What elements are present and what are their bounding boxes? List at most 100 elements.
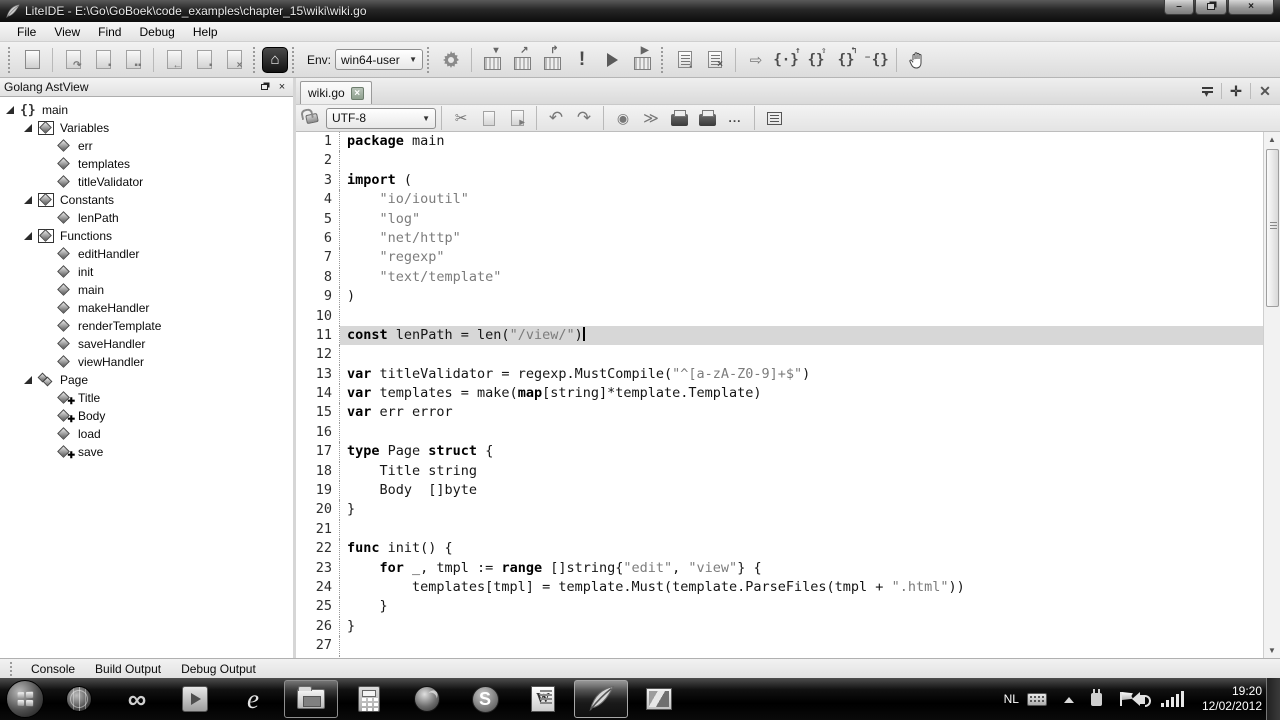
code-line-6[interactable]: 6 "net/http" <box>296 229 1263 248</box>
tree-item-page[interactable]: Page <box>0 371 293 389</box>
braces-up-button[interactable]: {}⇧ <box>804 48 828 72</box>
tree-item-makehandler[interactable]: makeHandler <box>0 299 293 317</box>
expander-icon[interactable] <box>6 106 14 114</box>
action-center-flag-icon[interactable] <box>1120 692 1122 706</box>
cut-button[interactable]: ✂ <box>450 107 472 129</box>
braces-clear-button[interactable]: ⁻{} <box>864 48 888 72</box>
tree-item-edithandler[interactable]: editHandler <box>0 245 293 263</box>
home-button[interactable]: ⌂ <box>262 47 288 73</box>
menu-find[interactable]: Find <box>89 23 130 41</box>
code-line-9[interactable]: 9) <box>296 287 1263 306</box>
code-line-1[interactable]: 1package main <box>296 132 1263 151</box>
code-line-26[interactable]: 26} <box>296 617 1263 636</box>
toolbar-drag-handle[interactable] <box>427 47 432 73</box>
tree-item-title[interactable]: ✚Title <box>0 389 293 407</box>
language-indicator[interactable]: NL <box>1004 692 1019 706</box>
scroll-down-icon[interactable]: ▼ <box>1265 643 1280 658</box>
toolbar-drag-handle[interactable] <box>661 47 666 73</box>
braces-out-button[interactable]: {}↰ <box>834 48 858 72</box>
taskbar-app-internet-explorer[interactable]: e <box>226 680 280 718</box>
new-file-button[interactable] <box>20 48 44 72</box>
scrollbar-thumb[interactable] <box>1266 149 1279 307</box>
code-line-8[interactable]: 8 "text/template" <box>296 268 1263 287</box>
install-button[interactable]: ↗ <box>510 48 534 72</box>
save-file-button[interactable]: ▪ <box>91 48 115 72</box>
save-as-button[interactable]: ▪ <box>192 48 216 72</box>
power-icon[interactable] <box>1091 693 1102 706</box>
open-file-button[interactable]: ↷ <box>61 48 85 72</box>
code-line-16[interactable]: 16 <box>296 423 1263 442</box>
code-line-4[interactable]: 4 "io/ioutil" <box>296 190 1263 209</box>
taskbar-app-skype[interactable]: S <box>458 680 512 718</box>
print-preview-button[interactable] <box>696 107 718 129</box>
restore-button[interactable] <box>1195 0 1227 15</box>
code-line-27[interactable]: 27 <box>296 636 1263 655</box>
sidebar-close-button[interactable]: × <box>275 80 289 94</box>
tree-item-functions[interactable]: Functions <box>0 227 293 245</box>
next-doc-button[interactable]: ↓ <box>673 48 697 72</box>
taskbar-app-firefox[interactable] <box>400 680 454 718</box>
minimize-button[interactable]: – <box>1164 0 1194 15</box>
tab-close-icon[interactable]: × <box>351 87 364 100</box>
code-editor[interactable]: 1package main23import (4 "io/ioutil"5 "l… <box>296 132 1280 658</box>
taskbar-app-media-player[interactable] <box>168 680 222 718</box>
expander-icon[interactable] <box>24 124 32 132</box>
taskbar-app-image-editor[interactable] <box>632 680 686 718</box>
titlebar[interactable]: LiteIDE - E:\Go\GoBoek\code_examples\cha… <box>0 0 1280 22</box>
tree-item-templates[interactable]: templates <box>0 155 293 173</box>
tree-item-err[interactable]: err <box>0 137 293 155</box>
tree-item-load[interactable]: load <box>0 425 293 443</box>
tree-item-body[interactable]: ✚Body <box>0 407 293 425</box>
toolbar-drag-handle[interactable] <box>8 47 13 73</box>
tree-item-save[interactable]: ✚save <box>0 443 293 461</box>
print-button[interactable] <box>668 107 690 129</box>
toolbar-drag-handle[interactable] <box>292 47 297 73</box>
close-file-button[interactable]: × <box>222 48 246 72</box>
hidden-icons-button[interactable] <box>1064 692 1074 703</box>
menu-debug[interactable]: Debug <box>130 23 183 41</box>
close-button[interactable]: × <box>1228 0 1274 15</box>
step-over-button[interactable]: ⇨ <box>744 48 768 72</box>
toolbar-drag-handle[interactable] <box>253 47 258 73</box>
tree-item-main[interactable]: {}main <box>0 101 293 119</box>
pause-hand-button[interactable] <box>905 48 929 72</box>
vertical-scrollbar[interactable]: ▲ ▼ <box>1263 132 1280 658</box>
env-select[interactable]: win64-user ▼ <box>335 49 423 70</box>
code-line-21[interactable]: 21 <box>296 520 1263 539</box>
undo-button[interactable]: ↶ <box>545 107 567 129</box>
expander-icon[interactable] <box>24 376 32 384</box>
encoding-select[interactable]: UTF-8 ▼ <box>326 108 436 129</box>
tree-item-init[interactable]: init <box>0 263 293 281</box>
taskbar-app-infinity-app[interactable]: ∞ <box>110 680 164 718</box>
redo-button[interactable]: ↷ <box>573 107 595 129</box>
taskbar-app-globe-app[interactable] <box>52 680 106 718</box>
word-wrap-button[interactable] <box>763 107 785 129</box>
tree-item-titlevalidator[interactable]: titleValidator <box>0 173 293 191</box>
tab-wiki-go[interactable]: wiki.go × <box>300 81 372 104</box>
start-button[interactable] <box>6 680 44 718</box>
menu-view[interactable]: View <box>45 23 89 41</box>
close-doc-button[interactable]: × <box>703 48 727 72</box>
check-syntax-button[interactable]: ! <box>570 48 594 72</box>
output-drag-handle[interactable] <box>10 662 15 676</box>
code-line-23[interactable]: 23 for _, tmpl := range []string{"edit",… <box>296 559 1263 578</box>
code-line-18[interactable]: 18 Title string <box>296 462 1263 481</box>
tree-item-variables[interactable]: Variables <box>0 119 293 137</box>
tree-item-lenpath[interactable]: lenPath <box>0 209 293 227</box>
code-line-22[interactable]: 22func init() { <box>296 539 1263 558</box>
record-button[interactable]: ◉ <box>612 107 634 129</box>
output-tab-console[interactable]: Console <box>21 661 85 677</box>
keyboard-icon[interactable] <box>1027 693 1047 706</box>
code-line-28[interactable]: 28func main() { <box>296 656 1263 658</box>
code-line-17[interactable]: 17type Page struct { <box>296 442 1263 461</box>
tree-item-savehandler[interactable]: saveHandler <box>0 335 293 353</box>
code-line-19[interactable]: 19 Body []byte <box>296 481 1263 500</box>
code-line-13[interactable]: 13var titleValidator = regexp.MustCompil… <box>296 365 1263 384</box>
code-line-15[interactable]: 15var err error <box>296 403 1263 422</box>
taskbar-app-calculator[interactable] <box>342 680 396 718</box>
network-signal-icon[interactable] <box>1161 691 1186 707</box>
braces-insert-button[interactable]: {·}↑ <box>774 48 798 72</box>
taskbar-app-liteide[interactable] <box>574 680 628 718</box>
tree-item-rendertemplate[interactable]: renderTemplate <box>0 317 293 335</box>
code-line-11[interactable]: 11const lenPath = len("/view/") <box>296 326 1263 345</box>
